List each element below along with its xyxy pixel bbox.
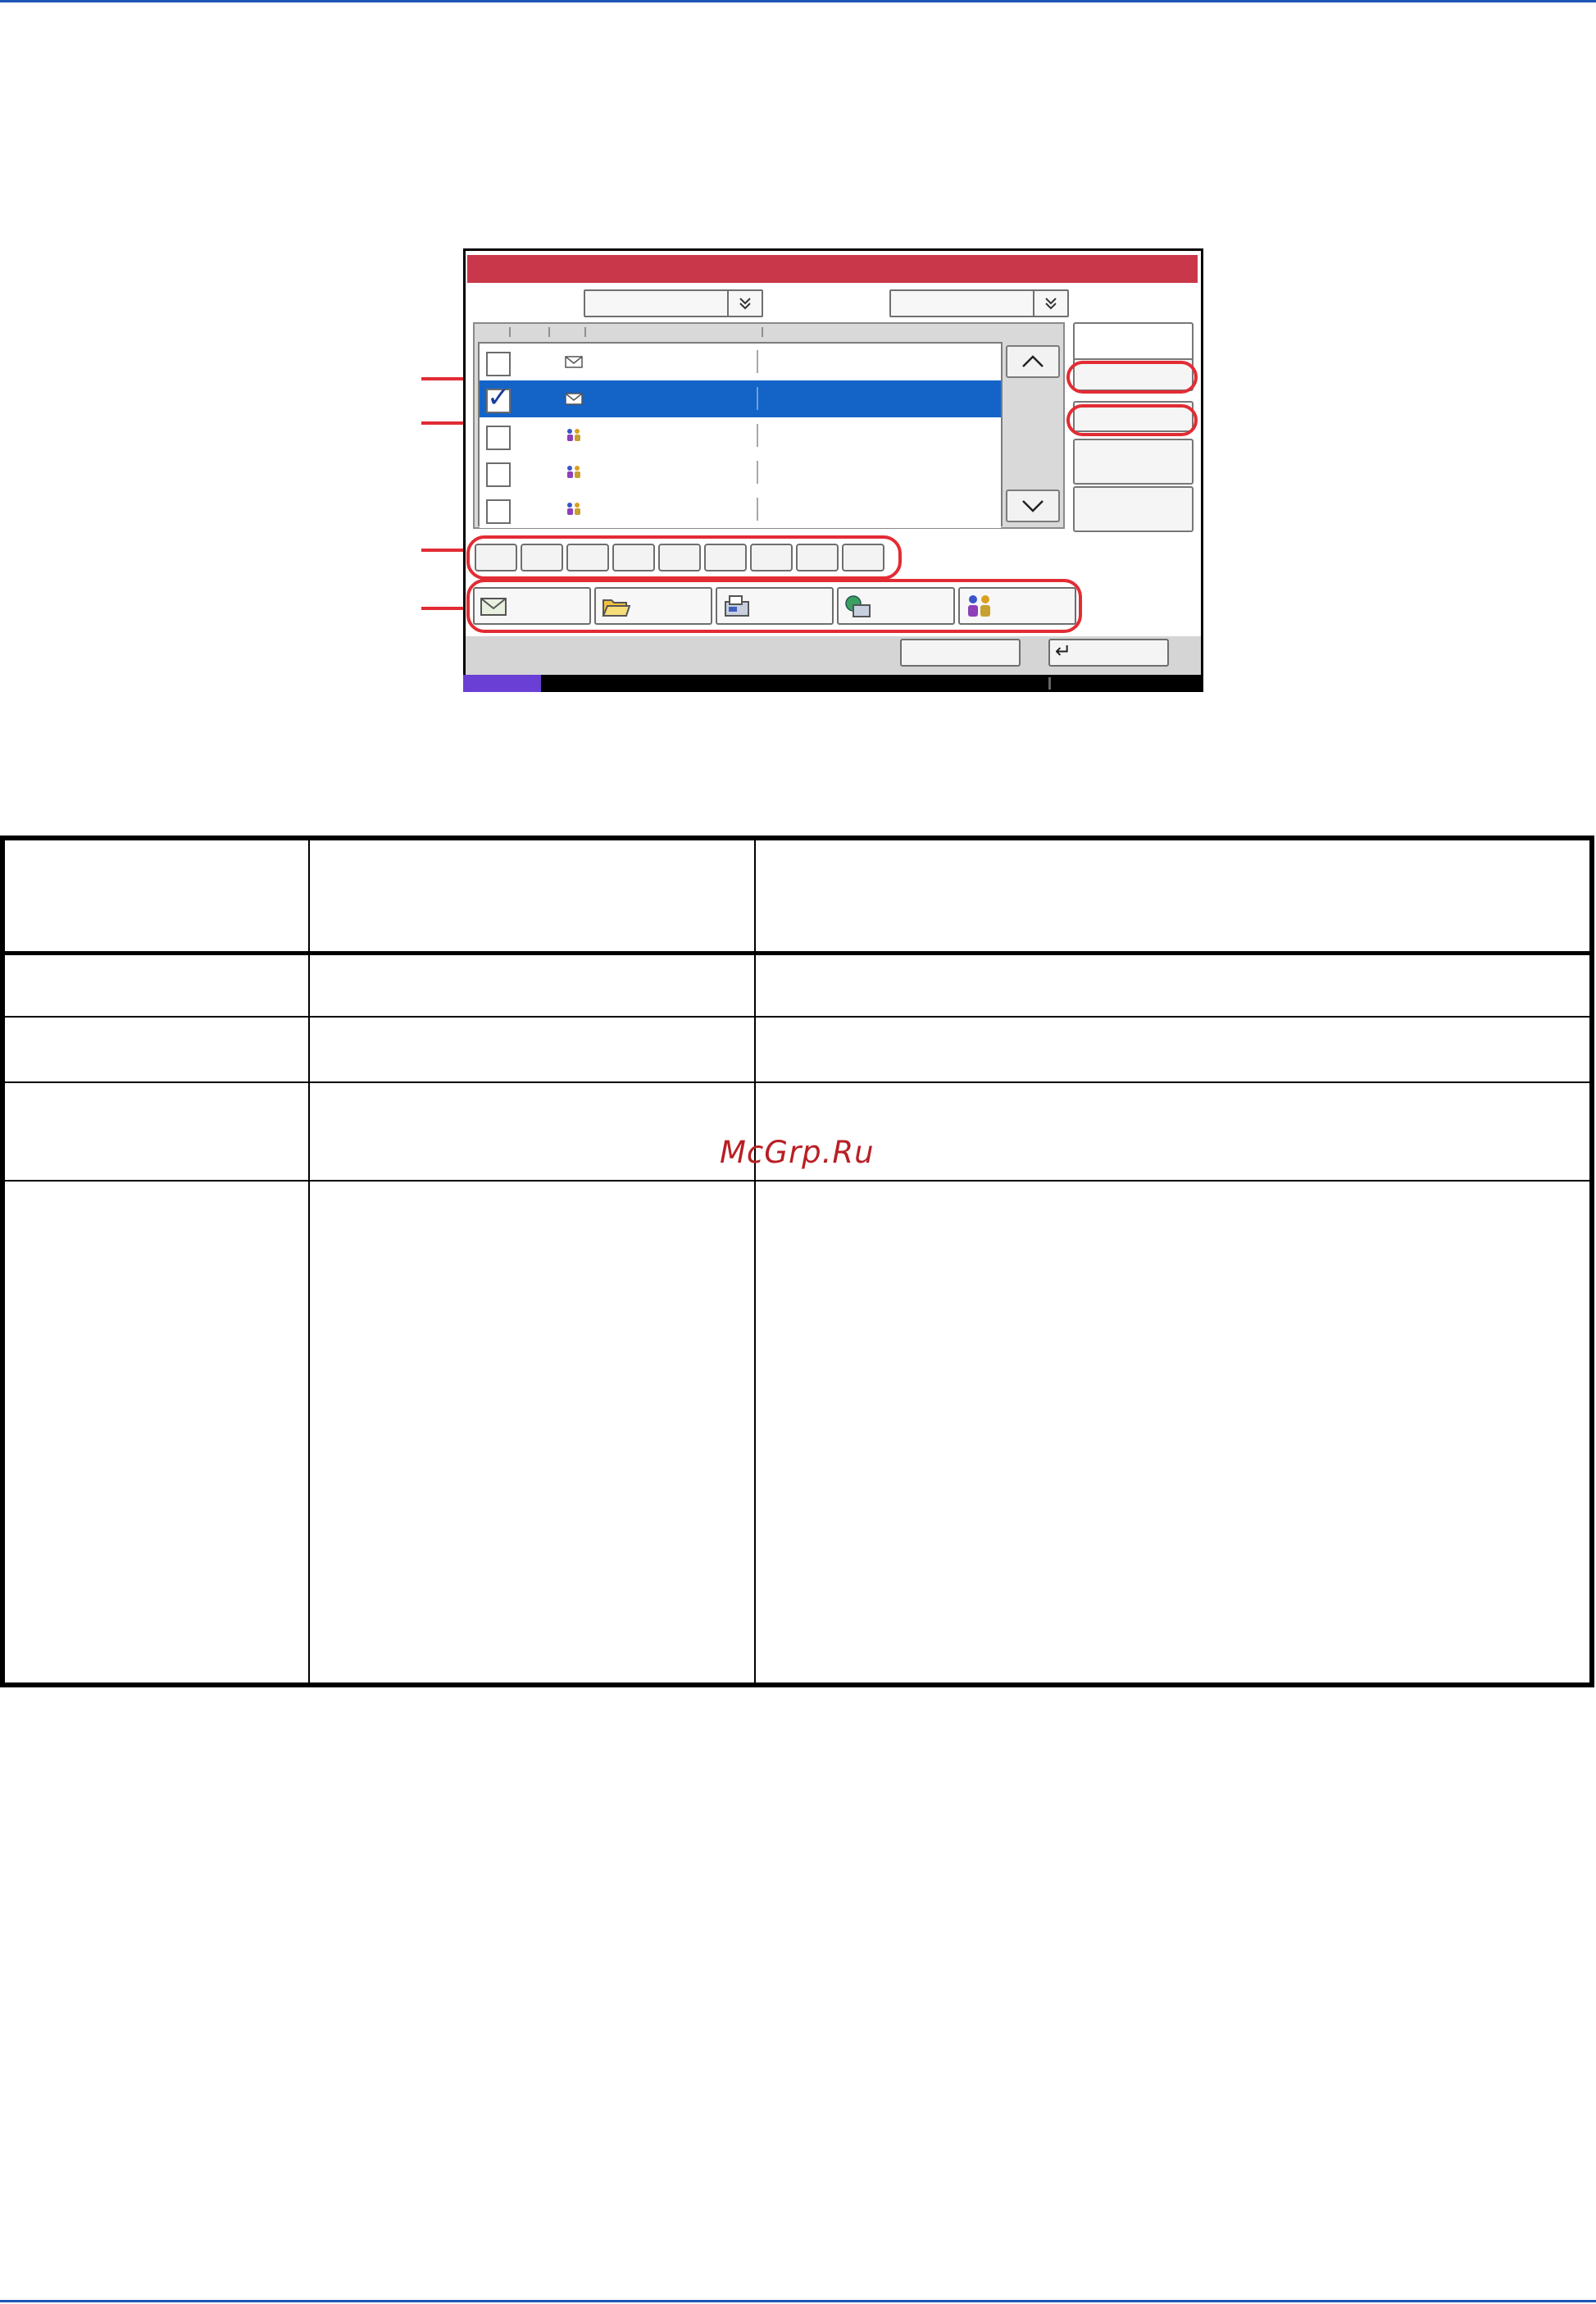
side-button-3[interactable] [1073,439,1194,485]
enter-icon: ↵ [1055,640,1072,663]
group-icon [565,501,583,517]
list-row[interactable] [480,491,1001,528]
table-border-bottom [0,1682,1594,1687]
row-checkbox[interactable] [486,462,511,487]
column-separator [754,836,756,1687]
list-rows: ✓ [478,342,1003,528]
email-icon [565,353,583,370]
table-border-top [0,836,1594,840]
description-table [0,836,1596,1688]
scroll-down-button[interactable] [1006,489,1060,522]
header-separator [0,951,1594,955]
sort-dropdown[interactable] [584,289,763,317]
row-checkbox[interactable] [486,352,511,376]
list-row[interactable] [480,454,1001,493]
table-border-left [0,836,5,1687]
list-header [475,324,1063,340]
check-icon: ✓ [487,381,511,414]
row-separator [0,1180,1594,1182]
chevron-down-icon [1022,500,1044,512]
destination-list: ✓ [473,322,1065,529]
chevron-up-icon [1022,355,1044,367]
ok-button[interactable]: ↵ [1048,639,1169,667]
list-row-selected[interactable]: ✓ [480,380,1001,419]
status-indicator [463,675,541,692]
cancel-button[interactable] [900,639,1021,667]
row-separator [0,1016,1594,1018]
side-panel-top [1073,322,1194,360]
status-mark [1048,677,1051,690]
callout-ring-4 [466,579,1082,633]
status-bar [541,675,1203,692]
bottom-page-rule [0,2300,1596,2302]
column-separator [308,836,310,1687]
double-chevron-down-icon [727,291,762,316]
side-button-4[interactable] [1073,486,1194,532]
double-chevron-down-icon [1033,291,1067,316]
email-icon [565,390,583,407]
watermark: McGrp.Ru [720,1135,875,1170]
row-checkbox[interactable] [486,426,511,450]
callout-leader-3 [421,549,469,552]
row-checkbox[interactable] [486,499,511,524]
callout-ring-1 [1066,361,1198,394]
title-bar [467,253,1198,283]
callout-leader-4 [421,607,469,610]
scroll-up-button[interactable] [1006,345,1060,378]
table-border-right [1589,836,1594,1687]
callout-ring-2 [1066,404,1198,436]
row-checkbox-checked[interactable]: ✓ [486,384,511,413]
group-icon [565,427,583,444]
touch-panel-screen: ✓ ↵ [463,248,1203,692]
group-icon [565,464,583,480]
row-separator [0,1081,1594,1083]
list-row[interactable] [480,417,1001,456]
filter-dropdown[interactable] [889,289,1069,317]
top-page-rule [0,0,1596,2]
callout-ring-3 [466,535,902,580]
list-row[interactable] [480,344,1001,382]
